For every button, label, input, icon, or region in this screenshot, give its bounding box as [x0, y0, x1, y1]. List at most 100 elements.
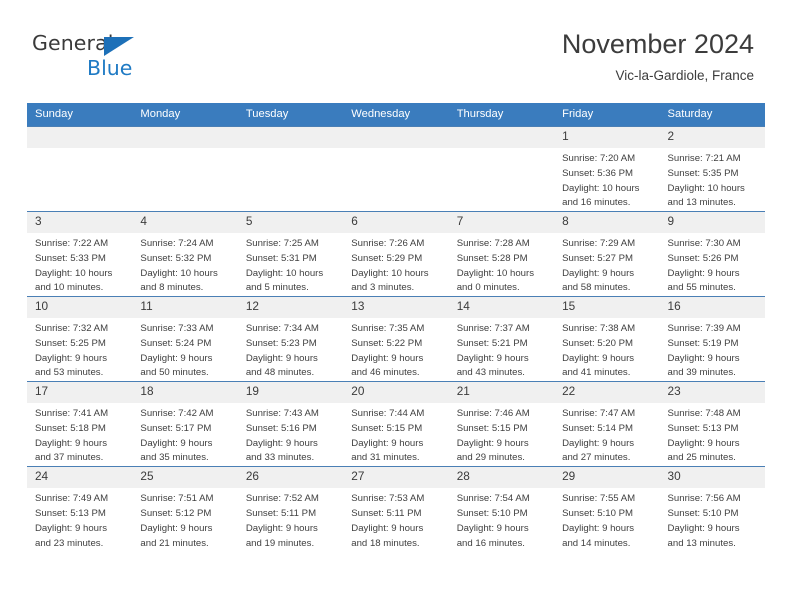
- daylight-text-line1: Daylight: 9 hours: [667, 267, 740, 279]
- calendar-day-cell[interactable]: 23 Sunrise: 7:48 AM Sunset: 5:13 PM Dayligh…: [659, 381, 765, 467]
- logo-text-blue: Blue: [87, 56, 133, 80]
- day-number: 24: [27, 467, 133, 489]
- day-number: 16: [659, 297, 765, 319]
- calendar-day-cell[interactable]: 15 Sunrise: 7:38 AM Sunset: 5:20 PM Dayligh…: [554, 296, 660, 382]
- sunset-text: Sunset: 5:23 PM: [245, 337, 317, 349]
- calendar-day-cell[interactable]: 2 Sunrise: 7:21 AM Sunset: 5:35 PM Daylight…: [659, 125, 765, 212]
- daylight-text-line2: and 53 minutes.: [35, 367, 104, 379]
- daylight-text-line2: and 14 minutes.: [562, 537, 631, 549]
- daylight-text-line1: Daylight: 10 hours: [456, 267, 535, 279]
- sunset-text: Sunset: 5:21 PM: [456, 337, 528, 349]
- sunrise-text: Sunrise: 7:44 AM: [351, 408, 425, 420]
- calendar-day-cell[interactable]: 5 Sunrise: 7:25 AM Sunset: 5:31 PM Daylight…: [237, 211, 344, 297]
- weekday-header-thursday: Thursday: [448, 103, 555, 127]
- daylight-text-line1: Daylight: 9 hours: [140, 522, 213, 534]
- calendar-day-cell[interactable]: 19 Sunrise: 7:43 AM Sunset: 5:16 PM Dayligh…: [237, 381, 344, 467]
- sunset-text: Sunset: 5:18 PM: [35, 422, 106, 434]
- daylight-text-line1: Daylight: 10 hours: [351, 267, 429, 279]
- calendar-day-cell[interactable]: 27 Sunrise: 7:53 AM Sunset: 5:11 PM Dayligh…: [343, 466, 449, 552]
- triangle-icon: [104, 37, 134, 56]
- day-details: Sunrise: 7:35 AM Sunset: 5:22 PM Daylight:…: [343, 318, 448, 381]
- day-details: Sunrise: 7:49 AM Sunset: 5:13 PM Daylight:…: [27, 488, 132, 551]
- daylight-text-line1: Daylight: 9 hours: [667, 522, 740, 534]
- day-details: Sunrise: 7:21 AM Sunset: 5:35 PM Daylight:…: [660, 148, 765, 211]
- day-details: Sunrise: 7:42 AM Sunset: 5:17 PM Daylight:…: [132, 403, 237, 466]
- daylight-text-line1: Daylight: 9 hours: [456, 437, 529, 449]
- sunrise-text: Sunrise: 7:34 AM: [245, 323, 319, 335]
- daylight-text-line1: Daylight: 10 hours: [245, 267, 324, 279]
- day-details: Sunrise: 7:20 AM Sunset: 5:36 PM Daylight:…: [554, 148, 659, 211]
- day-number: 3: [27, 212, 133, 234]
- day-number: [343, 127, 449, 148]
- day-number: 27: [343, 467, 449, 489]
- sunset-text: Sunset: 5:35 PM: [667, 167, 739, 179]
- daylight-text-line1: Daylight: 9 hours: [667, 352, 740, 364]
- sunrise-text: Sunrise: 7:33 AM: [140, 323, 214, 335]
- calendar-day-cell[interactable]: 1 Sunrise: 7:20 AM Sunset: 5:36 PM Daylight…: [554, 125, 660, 212]
- calendar-day-cell[interactable]: 24 Sunrise: 7:49 AM Sunset: 5:13 PM Dayligh…: [27, 466, 133, 552]
- day-details: Sunrise: 7:30 AM Sunset: 5:26 PM Daylight:…: [660, 233, 765, 296]
- calendar-day-cell[interactable]: 12 Sunrise: 7:34 AM Sunset: 5:23 PM Dayligh…: [237, 296, 344, 382]
- day-number: 20: [343, 382, 449, 404]
- day-details: Sunrise: 7:53 AM Sunset: 5:11 PM Daylight:…: [343, 488, 448, 551]
- page-header: General Blue November 2024 Vic-la-Gardio…: [0, 0, 792, 103]
- daylight-text-line1: Daylight: 9 hours: [245, 437, 318, 449]
- sunset-text: Sunset: 5:25 PM: [35, 337, 106, 349]
- calendar-day-cell[interactable]: 11 Sunrise: 7:33 AM Sunset: 5:24 PM Dayligh…: [132, 296, 238, 382]
- calendar-day-cell[interactable]: 16 Sunrise: 7:39 AM Sunset: 5:19 PM Dayligh…: [659, 296, 765, 382]
- calendar-day-cell[interactable]: 6 Sunrise: 7:26 AM Sunset: 5:29 PM Daylight…: [343, 211, 449, 297]
- calendar-day-cell[interactable]: 30 Sunrise: 7:56 AM Sunset: 5:10 PM Dayligh…: [659, 466, 765, 552]
- calendar-day-cell[interactable]: 4 Sunrise: 7:24 AM Sunset: 5:32 PM Daylight…: [132, 211, 238, 297]
- day-number: 30: [659, 467, 765, 489]
- daylight-text-line1: Daylight: 9 hours: [351, 522, 424, 534]
- calendar-day-cell[interactable]: 14 Sunrise: 7:37 AM Sunset: 5:21 PM Dayligh…: [448, 296, 555, 382]
- sunrise-text: Sunrise: 7:48 AM: [667, 408, 741, 420]
- daylight-text-line1: Daylight: 10 hours: [35, 267, 113, 279]
- calendar-day-cell[interactable]: 18 Sunrise: 7:42 AM Sunset: 5:17 PM Dayligh…: [132, 381, 238, 467]
- calendar-day-cell[interactable]: 9 Sunrise: 7:30 AM Sunset: 5:26 PM Daylight…: [659, 211, 765, 297]
- calendar-day-cell[interactable]: 17 Sunrise: 7:41 AM Sunset: 5:18 PM Dayligh…: [27, 381, 133, 467]
- calendar-day-cell[interactable]: 13 Sunrise: 7:35 AM Sunset: 5:22 PM Dayligh…: [343, 296, 449, 382]
- sunrise-text: Sunrise: 7:32 AM: [35, 323, 109, 335]
- day-details: Sunrise: 7:46 AM Sunset: 5:15 PM Daylight:…: [449, 403, 554, 466]
- calendar-page: General Blue November 2024 Vic-la-Gardio…: [0, 0, 792, 612]
- calendar-day-cell[interactable]: 3 Sunrise: 7:22 AM Sunset: 5:33 PM Daylight…: [27, 211, 133, 297]
- daylight-text-line2: and 46 minutes.: [351, 367, 420, 379]
- sunset-text: Sunset: 5:36 PM: [562, 167, 634, 179]
- sunset-text: Sunset: 5:32 PM: [140, 252, 212, 264]
- day-details: Sunrise: 7:32 AM Sunset: 5:25 PM Daylight:…: [27, 318, 132, 381]
- daylight-text-line1: Daylight: 9 hours: [562, 352, 635, 364]
- calendar-cell-empty: [132, 125, 238, 212]
- calendar-day-cell[interactable]: 26 Sunrise: 7:52 AM Sunset: 5:11 PM Dayligh…: [237, 466, 344, 552]
- sunrise-text: Sunrise: 7:55 AM: [562, 493, 636, 505]
- daylight-text-line2: and 43 minutes.: [456, 367, 525, 379]
- day-details: Sunrise: 7:44 AM Sunset: 5:15 PM Daylight:…: [343, 403, 448, 466]
- day-details: Sunrise: 7:55 AM Sunset: 5:10 PM Daylight:…: [554, 488, 659, 551]
- calendar-body: 1 Sunrise: 7:20 AM Sunset: 5:36 PM Daylight…: [27, 125, 765, 552]
- calendar-day-cell[interactable]: 21 Sunrise: 7:46 AM Sunset: 5:15 PM Dayligh…: [448, 381, 555, 467]
- sunset-text: Sunset: 5:15 PM: [351, 422, 423, 434]
- calendar-day-cell[interactable]: 25 Sunrise: 7:51 AM Sunset: 5:12 PM Dayligh…: [132, 466, 238, 552]
- calendar-day-cell[interactable]: 28 Sunrise: 7:54 AM Sunset: 5:10 PM Dayligh…: [448, 466, 555, 552]
- brand-logo[interactable]: General Blue: [32, 33, 172, 83]
- day-number: 13: [343, 297, 449, 319]
- calendar-cell-empty: [448, 125, 555, 212]
- sunrise-text: Sunrise: 7:26 AM: [351, 238, 425, 250]
- daylight-text-line2: and 16 minutes.: [456, 537, 525, 549]
- calendar-day-cell[interactable]: 22 Sunrise: 7:47 AM Sunset: 5:14 PM Dayligh…: [554, 381, 660, 467]
- day-number: [132, 127, 238, 148]
- sunrise-text: Sunrise: 7:53 AM: [351, 493, 425, 505]
- daylight-text-line2: and 8 minutes.: [140, 282, 204, 294]
- daylight-text-line2: and 16 minutes.: [562, 197, 631, 209]
- day-number: 2: [659, 127, 765, 148]
- sunrise-text: Sunrise: 7:41 AM: [35, 408, 109, 420]
- calendar-week-row: 1 Sunrise: 7:20 AM Sunset: 5:36 PM Daylight…: [27, 125, 765, 212]
- calendar-day-cell[interactable]: 29 Sunrise: 7:55 AM Sunset: 5:10 PM Dayligh…: [554, 466, 660, 552]
- calendar-day-cell[interactable]: 20 Sunrise: 7:44 AM Sunset: 5:15 PM Dayligh…: [343, 381, 449, 467]
- calendar-day-cell[interactable]: 7 Sunrise: 7:28 AM Sunset: 5:28 PM Daylight…: [448, 211, 555, 297]
- calendar-day-cell[interactable]: 8 Sunrise: 7:29 AM Sunset: 5:27 PM Daylight…: [554, 211, 660, 297]
- day-details: Sunrise: 7:56 AM Sunset: 5:10 PM Daylight:…: [660, 488, 765, 551]
- sunset-text: Sunset: 5:13 PM: [35, 508, 106, 520]
- calendar-day-cell[interactable]: 10 Sunrise: 7:32 AM Sunset: 5:25 PM Dayligh…: [27, 296, 133, 382]
- day-number: 21: [448, 382, 555, 404]
